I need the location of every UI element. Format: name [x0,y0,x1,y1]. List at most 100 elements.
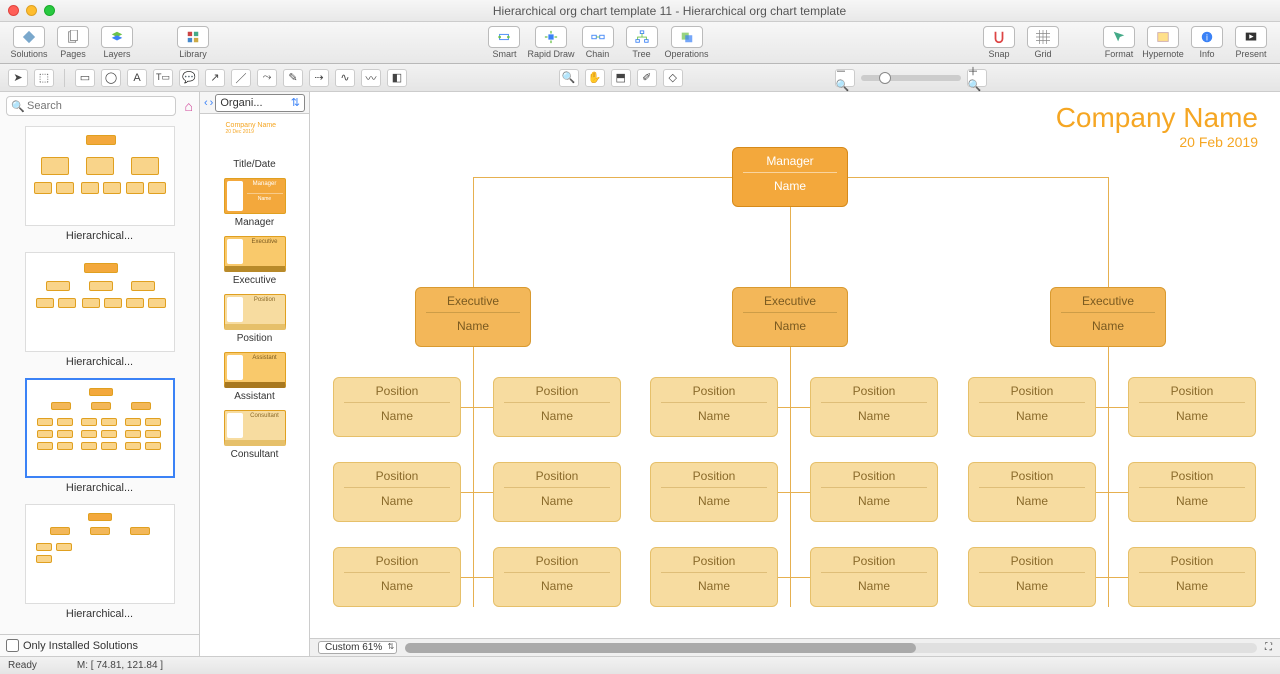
sidebar: 🔍 ⌂ Hierarchical... [0,92,200,656]
window-controls [8,5,55,16]
hand-tool[interactable]: ✋ [585,69,605,87]
format-button[interactable]: Format [1098,26,1140,59]
line-tool[interactable]: ／ [231,69,251,87]
org-node-position[interactable]: PositionName [493,377,621,437]
org-node-position[interactable]: PositionName [333,462,461,522]
template-thumb-selected[interactable]: Hierarchical... [6,378,193,494]
erase-tool[interactable]: ◇ [663,69,683,87]
shape-tool[interactable]: ◧ [387,69,407,87]
pen-tool[interactable]: ✎ [283,69,303,87]
chevron-right-icon[interactable]: › [210,97,214,109]
horizontal-scrollbar[interactable] [405,643,1257,653]
rectangle-tool[interactable]: ▭ [75,69,95,87]
org-node-position[interactable]: PositionName [968,377,1096,437]
chain-button[interactable]: Chain [577,26,619,59]
zoom-selector[interactable]: Custom 61% ⇅ [318,641,397,654]
only-installed-row[interactable]: Only Installed Solutions [0,634,199,656]
org-node-position[interactable]: PositionName [810,462,938,522]
maximize-icon[interactable] [44,5,55,16]
bezier-tool[interactable]: ∿ [335,69,355,87]
org-node-position[interactable]: PositionName [1128,547,1256,607]
canvas[interactable]: Company Name 20 Feb 2019 [310,92,1280,638]
shape-title-date[interactable]: Company Name 20 Dec 2019 Title/Date [204,120,305,170]
shape-consultant[interactable]: Consultant Consultant [204,410,305,460]
crop-tool[interactable]: ⬒ [611,69,631,87]
info-button[interactable]: i Info [1186,26,1228,59]
callout-tool[interactable]: 💬 [179,69,199,87]
shape-manager[interactable]: Manager Name Manager [204,178,305,228]
svg-text:i: i [1206,33,1208,43]
company-name: Company Name [1056,102,1258,134]
snap-button[interactable]: Snap [978,26,1020,59]
zoom-out-icon[interactable]: －🔍 [835,69,855,87]
company-date: 20 Feb 2019 [1056,134,1258,150]
present-button[interactable]: Present [1230,26,1272,59]
search-input[interactable] [6,96,176,116]
org-node-executive[interactable]: Executive Name [732,287,848,347]
minimize-icon[interactable] [26,5,37,16]
template-thumb[interactable]: Hierarchical... [6,126,193,242]
mini-toolbar: ➤ ⬚ ▭ ◯ A T▭ 💬 ↗ ／ ⤳ ✎ ⇢ ∿ 〰 ◧ 🔍 ✋ ⬒ ✐ ◇… [0,64,1280,92]
window-title: Hierarchical org chart template 11 - Hie… [67,4,1272,18]
pages-button[interactable]: Pages [52,26,94,59]
template-thumbs: Hierarchical... Hierarchical... [0,120,199,634]
operations-button[interactable]: Operations [665,26,709,59]
tree-button[interactable]: Tree [621,26,663,59]
shape-executive[interactable]: Executive Executive [204,236,305,286]
template-thumb[interactable]: Hierarchical... [6,252,193,368]
page-title-block: Company Name 20 Feb 2019 [1056,102,1258,150]
textbox-tool[interactable]: T▭ [153,69,173,87]
zoom-slider[interactable] [861,75,961,81]
marquee-tool[interactable]: ⬚ [34,69,54,87]
org-node-position[interactable]: PositionName [968,547,1096,607]
org-node-position[interactable]: PositionName [810,377,938,437]
org-node-position[interactable]: PositionName [968,462,1096,522]
layers-button[interactable]: Layers [96,26,138,59]
ellipse-tool[interactable]: ◯ [101,69,121,87]
curve-tool[interactable]: ⤳ [257,69,277,87]
chevron-left-icon[interactable]: ‹ [204,97,208,109]
connector-tool[interactable]: ⇢ [309,69,329,87]
arrow-tool[interactable]: ↗ [205,69,225,87]
fit-icon[interactable]: ⛶ [1265,642,1272,653]
template-thumb[interactable]: Hierarchical... [6,504,193,620]
org-node-position[interactable]: PositionName [1128,377,1256,437]
search-icon: 🔍 [11,100,25,113]
org-node-executive[interactable]: Executive Name [415,287,531,347]
canvas-area: Company Name 20 Feb 2019 [310,92,1280,656]
page: Company Name 20 Feb 2019 [318,92,1278,632]
org-node-position[interactable]: PositionName [333,547,461,607]
select-tool[interactable]: ➤ [8,69,28,87]
org-node-position[interactable]: PositionName [810,547,938,607]
org-node-executive[interactable]: Executive Name [1050,287,1166,347]
org-node-position[interactable]: PositionName [333,377,461,437]
close-icon[interactable] [8,5,19,16]
freehand-tool[interactable]: 〰 [361,69,381,87]
smart-button[interactable]: Smart [483,26,525,59]
status-bar: Ready M: [ 74.81, 121.84 ] [0,656,1280,674]
eyedropper-tool[interactable]: ✐ [637,69,657,87]
home-icon[interactable]: ⌂ [185,98,193,114]
status-ready: Ready [8,660,37,671]
hypernote-button[interactable]: Hypernote [1142,26,1184,59]
only-installed-checkbox[interactable] [6,639,19,652]
solutions-button[interactable]: Solutions [8,26,50,59]
org-node-manager[interactable]: Manager Name [732,147,848,207]
library-selector[interactable]: Organi... ⇅ [215,94,305,112]
shape-library: ‹ › Organi... ⇅ Company Name 20 Dec 2019… [200,92,310,656]
text-tool[interactable]: A [127,69,147,87]
org-node-position[interactable]: PositionName [650,462,778,522]
zoom-tool[interactable]: 🔍 [559,69,579,87]
grid-button[interactable]: Grid [1022,26,1064,59]
org-node-position[interactable]: PositionName [493,547,621,607]
zoom-in-icon[interactable]: ＋🔍 [967,69,987,87]
org-node-position[interactable]: PositionName [1128,462,1256,522]
library-button[interactable]: Library [172,26,214,59]
org-node-position[interactable]: PositionName [650,547,778,607]
org-node-position[interactable]: PositionName [493,462,621,522]
shape-position[interactable]: Position Position [204,294,305,344]
shape-assistant[interactable]: Assistant Assistant [204,352,305,402]
org-node-position[interactable]: PositionName [650,377,778,437]
titlebar: Hierarchical org chart template 11 - Hie… [0,0,1280,22]
rapid-draw-button[interactable]: Rapid Draw [527,26,574,59]
